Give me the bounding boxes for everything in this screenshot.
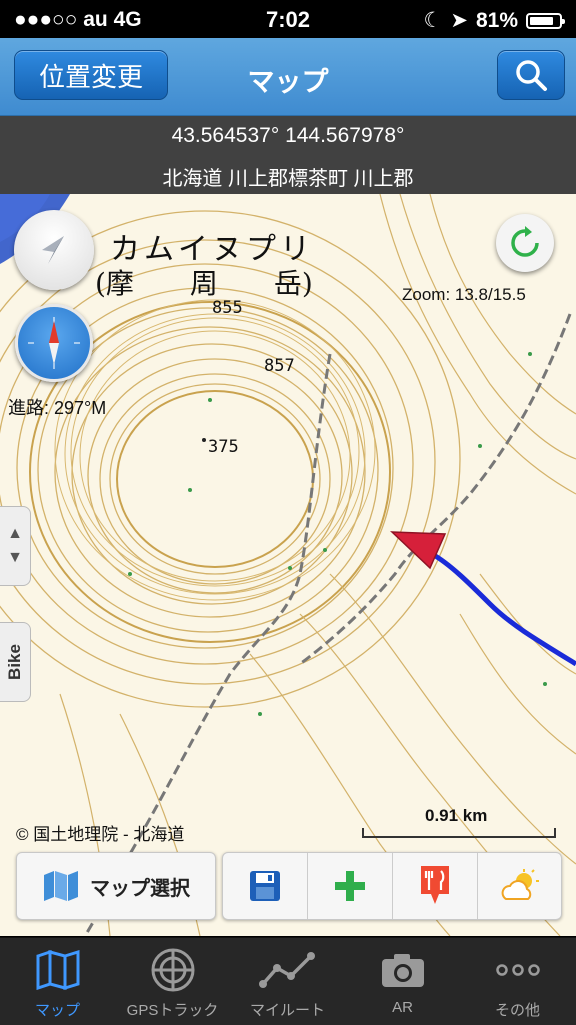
status-bar: ●●●○○ au 4G 7:02 ☾ ➤ 81% — [0, 0, 576, 38]
map-copyright: © 国土地理院 - 北海道 — [16, 825, 185, 844]
location-arrow-icon: ➤ — [450, 9, 468, 32]
elevation-855: 855 — [212, 298, 243, 318]
save-button[interactable] — [223, 853, 308, 919]
weather-icon — [501, 869, 539, 900]
heading-readout: 進路: 297°M — [8, 398, 107, 418]
map-icon — [36, 950, 79, 990]
tab-label: その他 — [494, 1002, 540, 1019]
bike-mode-tab[interactable]: Bike — [0, 622, 31, 702]
restaurant-button[interactable] — [393, 853, 478, 919]
refresh-button[interactable] — [496, 214, 554, 272]
battery-icon — [526, 12, 565, 29]
radar-icon — [151, 948, 194, 992]
search-button[interactable] — [497, 50, 565, 100]
weather-button[interactable] — [478, 853, 561, 919]
map-select-label: マップ選択 — [90, 877, 190, 900]
tab-my-route[interactable]: マイルート — [230, 938, 345, 1025]
tab-label: GPSトラック — [126, 1002, 219, 1019]
add-button[interactable] — [308, 853, 393, 919]
navigation-arrow-icon — [42, 236, 64, 264]
tab-ar[interactable]: AR — [345, 938, 460, 1025]
mountain-kanji: (摩 周 岳) — [95, 267, 313, 300]
elevation-375: 375 — [208, 437, 239, 457]
status-right: ☾ ➤ 81% — [423, 8, 565, 33]
nav-bar: 位置変更 マップ — [0, 38, 576, 116]
refresh-icon — [511, 226, 539, 257]
map-select-button[interactable]: マップ選択 — [16, 852, 216, 920]
address: 北海道 川上郡標茶町 川上郡 — [162, 168, 414, 190]
tab-map[interactable]: マップ — [0, 938, 115, 1025]
route-icon — [258, 952, 315, 988]
page-title: マップ — [247, 67, 329, 97]
restaurant-icon — [421, 866, 449, 904]
locate-button[interactable] — [14, 210, 94, 290]
chevron-down-icon: ▼ — [7, 549, 23, 566]
layer-toggle-handle[interactable]: ▲ ▼ — [0, 506, 31, 586]
tab-label: AR — [392, 999, 413, 1016]
search-icon — [516, 60, 547, 91]
bike-label: Bike — [5, 644, 25, 680]
more-icon — [495, 964, 540, 976]
tab-label: マイルート — [249, 1002, 325, 1019]
tab-bar: マップ GPSトラック マイルート AR その他 — [0, 937, 576, 1025]
compass-button[interactable] — [15, 304, 93, 382]
moon-icon: ☾ — [423, 9, 443, 32]
scale-label: 0.91 km — [425, 806, 488, 825]
location-info-bar: 43.564537° 144.567978° 北海道 川上郡標茶町 川上郡 — [0, 116, 576, 194]
camera-icon — [381, 954, 424, 987]
battery-percent: 81% — [475, 8, 518, 32]
elevation-857: 857 — [264, 356, 295, 376]
add-icon — [335, 871, 365, 901]
tab-label: マップ — [34, 1002, 80, 1019]
chevron-up-icon: ▲ — [7, 525, 23, 542]
zoom-level: Zoom: 13.8/15.5 — [402, 285, 526, 304]
save-icon — [250, 871, 280, 901]
tab-more[interactable]: その他 — [460, 938, 575, 1025]
scale-bar — [362, 828, 556, 838]
map-view[interactable]: カムイヌプリ (摩 周 岳) 855 857 375 Zoom: 13.8/15… — [0, 194, 576, 936]
map-fold-icon — [44, 871, 78, 901]
tab-gps-track[interactable]: GPSトラック — [115, 938, 230, 1025]
coordinates: 43.564537° 144.567978° — [171, 124, 405, 147]
tool-group — [222, 852, 562, 920]
compass-icon — [28, 317, 80, 369]
